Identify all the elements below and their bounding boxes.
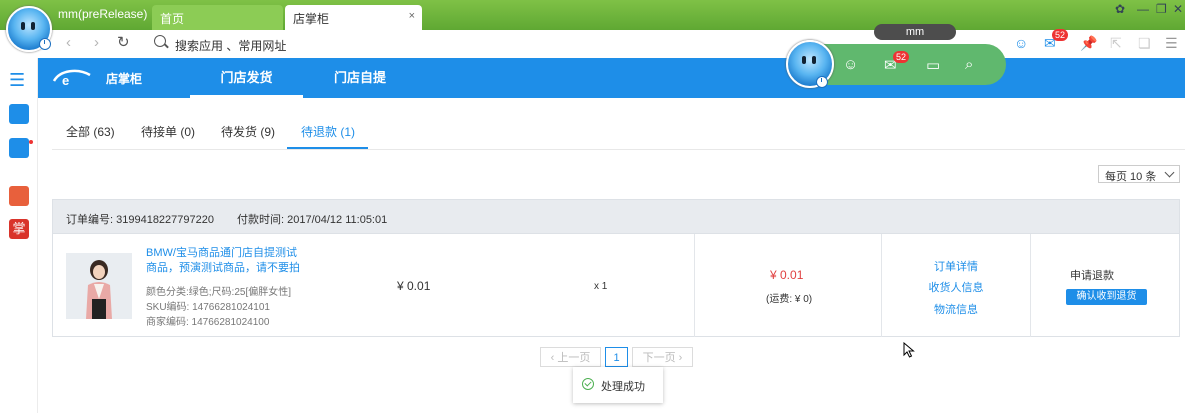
payment-time: 付款时间: 2017/04/12 11:05:01 xyxy=(237,214,388,226)
unit-price: ¥ 0.01 xyxy=(397,279,431,293)
nav-store-pickup[interactable]: 门店自提 xyxy=(315,58,405,98)
total-price: ¥ 0.01 xyxy=(770,268,804,282)
order-number: 订单编号: 3199418227797220 xyxy=(66,214,214,226)
prev-page-label: 上一页 xyxy=(557,352,591,364)
brand-logo-icon: e xyxy=(52,69,91,88)
window-icon[interactable]: ▭ xyxy=(926,56,940,74)
back-icon[interactable]: ‹ xyxy=(66,34,71,51)
subtab-pending-ship[interactable]: 待发货 (9) xyxy=(221,123,275,140)
close-icon[interactable]: × xyxy=(409,10,415,22)
user-avatar[interactable] xyxy=(6,6,52,52)
check-circle-icon xyxy=(582,378,594,390)
widget-avatar[interactable] xyxy=(786,40,834,88)
order-detail-link[interactable]: 订单详情 xyxy=(921,258,991,274)
clock-icon xyxy=(816,76,828,88)
clock-icon xyxy=(39,38,51,50)
mail-icon[interactable]: ✉ 52 xyxy=(884,51,910,74)
window-icon[interactable]: ❏ xyxy=(1138,35,1151,52)
search-icon xyxy=(154,35,166,47)
page-size-select[interactable]: 每页 10 条 xyxy=(1098,165,1180,183)
notification-dot xyxy=(29,140,33,144)
refresh-icon[interactable]: ↻ xyxy=(117,33,130,51)
active-tab-indicator xyxy=(287,147,368,149)
tab-dianzhanggui[interactable]: 店掌柜 × xyxy=(285,5,422,30)
minimize-icon[interactable]: — xyxy=(1137,2,1149,16)
search-icon[interactable]: ⌕ xyxy=(965,56,973,73)
sku-code: SKU编码: 14766281024101 xyxy=(146,302,270,313)
tab-home[interactable]: 首页 xyxy=(152,5,283,30)
refund-status: 申请退款 xyxy=(1070,270,1114,282)
shipping-fee: (运费: ¥ 0) xyxy=(766,294,813,305)
mail-count-badge: 52 xyxy=(893,51,910,63)
mail-icon[interactable]: ✉ 52 xyxy=(1044,29,1069,52)
toast-message: 处理成功 xyxy=(601,381,645,393)
logistics-info-link[interactable]: 物流信息 xyxy=(921,301,991,317)
avatar-eye-left xyxy=(802,56,806,64)
success-toast: 处理成功 xyxy=(573,367,663,403)
card-icon[interactable] xyxy=(9,138,29,158)
bag-icon[interactable] xyxy=(9,104,29,124)
list-icon[interactable]: ☰ xyxy=(9,70,29,90)
user-name: mm(preRelease) xyxy=(58,7,148,21)
next-page-button[interactable]: 下一页 › xyxy=(632,347,693,367)
avatar-eye-right xyxy=(31,22,35,30)
confirm-return-button[interactable]: 确认收到退货 xyxy=(1066,289,1147,305)
printer-icon[interactable] xyxy=(9,186,29,206)
mail-count-badge: 52 xyxy=(1052,29,1069,41)
widget-label: mm xyxy=(874,24,956,40)
floating-widget xyxy=(812,44,1006,85)
quantity: x 1 xyxy=(594,281,608,292)
order-header xyxy=(52,199,1180,234)
avatar-eye-right xyxy=(812,56,816,64)
next-page-label: 下一页 xyxy=(642,352,676,364)
column-divider xyxy=(694,234,695,337)
address-input[interactable]: 搜索应用 、常用网址 xyxy=(175,37,286,54)
nav-store-delivery[interactable]: 门店发货 xyxy=(190,58,303,98)
zhang-app-icon[interactable]: 掌 xyxy=(9,219,29,239)
subtab-all[interactable]: 全部 (63) xyxy=(66,123,115,140)
robot-icon[interactable]: ☺ xyxy=(1014,35,1028,51)
forward-icon[interactable]: › xyxy=(94,34,99,51)
receiver-info-link[interactable]: 收货人信息 xyxy=(921,279,991,295)
column-divider xyxy=(881,234,882,337)
skin-icon[interactable]: ✿ xyxy=(1115,2,1125,16)
avatar-eye-left xyxy=(21,22,25,30)
chevron-down-icon xyxy=(1164,167,1175,178)
mouse-cursor-icon xyxy=(903,342,915,358)
menu-icon[interactable]: ☰ xyxy=(1165,35,1178,52)
subtab-pending-accept[interactable]: 待接单 (0) xyxy=(141,123,195,140)
close-window-icon[interactable]: ✕ xyxy=(1173,2,1183,16)
merchant-code: 商家编码: 14766281024100 xyxy=(146,317,270,328)
chevron-right-icon: › xyxy=(675,352,683,364)
share-icon[interactable]: ⇱ xyxy=(1110,35,1122,52)
robot-icon[interactable]: ☺ xyxy=(843,56,858,73)
page-1-button[interactable]: 1 xyxy=(605,347,628,367)
product-image[interactable] xyxy=(66,253,132,319)
svg-text:e: e xyxy=(62,73,69,88)
prev-page-button[interactable]: ‹ 上一页 xyxy=(540,347,601,367)
pin-icon[interactable]: 📌 xyxy=(1080,35,1097,52)
divider xyxy=(52,149,1185,150)
tab-label: 店掌柜 xyxy=(293,12,330,26)
page-size-value: 每页 10 条 xyxy=(1105,171,1157,183)
sku-properties: 颜色分类:绿色;尺码:25[偏胖女性] xyxy=(146,287,292,298)
column-divider xyxy=(1030,234,1031,337)
brand-name: 店掌柜 xyxy=(106,72,143,86)
restore-icon[interactable]: ❐ xyxy=(1156,2,1167,16)
subtab-pending-refund[interactable]: 待退款 (1) xyxy=(301,123,355,140)
product-title-link[interactable]: BMW/宝马商品通门店自提测试商品，预演测试商品，请不要拍 xyxy=(146,246,306,276)
